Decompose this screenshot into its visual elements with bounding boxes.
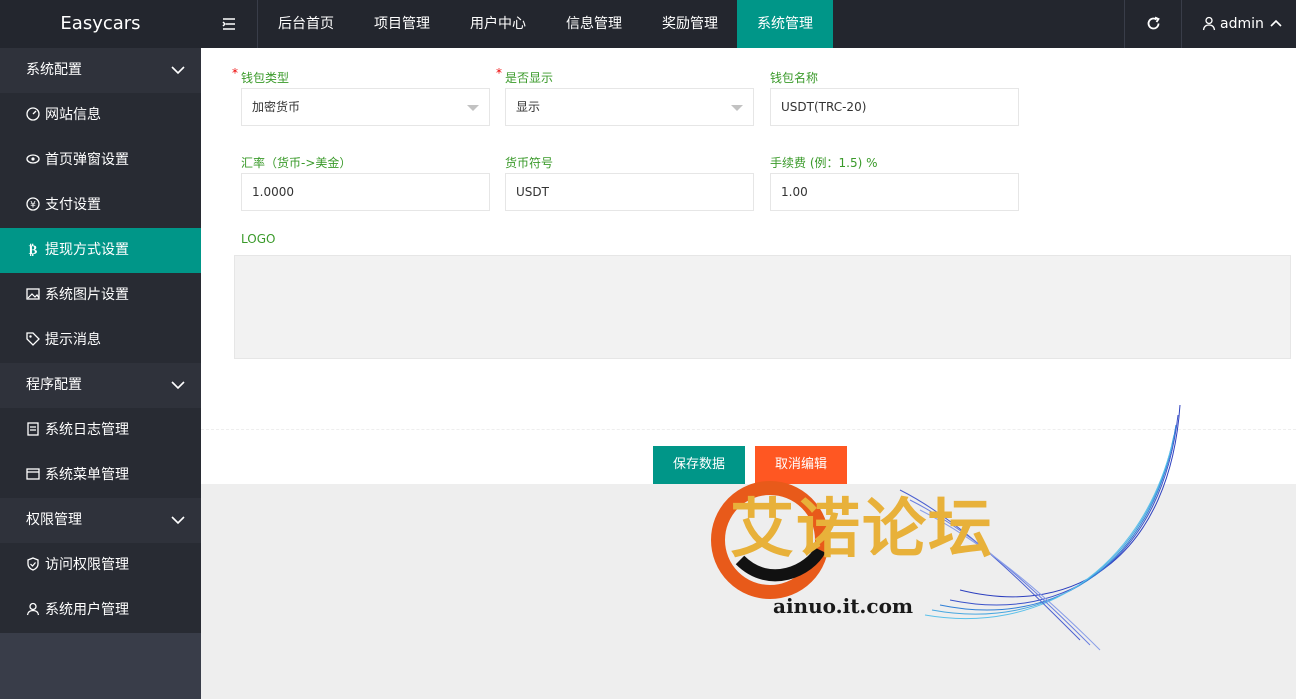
symbol-label: 货币符号 bbox=[505, 156, 554, 170]
refresh-icon bbox=[1147, 16, 1160, 30]
sidebar-item-site-info[interactable]: 网站信息 bbox=[0, 93, 201, 138]
tab-rewards[interactable]: 奖励管理 bbox=[642, 0, 738, 48]
chevron-down-icon bbox=[171, 48, 185, 93]
sidebar-group-system-config[interactable]: 系统配置 bbox=[0, 48, 201, 93]
menu-icon bbox=[26, 455, 40, 480]
watermark-url: ainuo.it.com bbox=[773, 594, 914, 618]
sidebar-item-label: 系统图片设置 bbox=[45, 287, 129, 303]
svg-text:₿: ₿ bbox=[29, 243, 38, 256]
sidebar-item-payment-settings[interactable]: ¥ 支付设置 bbox=[0, 183, 201, 228]
required-mark: * bbox=[232, 66, 238, 80]
menu-toggle-icon bbox=[222, 18, 235, 30]
caret-down-icon bbox=[467, 105, 479, 111]
sidebar-item-system-users[interactable]: 系统用户管理 bbox=[0, 588, 201, 633]
wallet-name-input[interactable]: USDT(TRC-20) bbox=[770, 88, 1019, 126]
sidebar-item-label: 网站信息 bbox=[45, 107, 101, 123]
log-icon bbox=[26, 410, 40, 436]
sidebar-toggle-button[interactable] bbox=[201, 0, 258, 48]
fee-input[interactable]: 1.00 bbox=[770, 173, 1019, 211]
sidebar-item-label: 系统用户管理 bbox=[45, 602, 129, 618]
chevron-up-icon bbox=[1270, 19, 1282, 27]
wallet-type-label: 钱包类型 bbox=[241, 71, 290, 85]
shield-icon bbox=[26, 545, 40, 571]
eye-icon bbox=[26, 140, 40, 164]
sidebar-group-label: 程序配置 bbox=[26, 377, 82, 393]
sidebar-item-image-settings[interactable]: 系统图片设置 bbox=[0, 273, 201, 318]
sidebar-item-menu-management[interactable]: 系统菜单管理 bbox=[0, 453, 201, 498]
watermark-text: 艾诺论坛 bbox=[730, 492, 994, 567]
refresh-button[interactable] bbox=[1124, 0, 1181, 48]
sidebar-item-label: 访问权限管理 bbox=[45, 557, 129, 573]
sidebar-group-permissions[interactable]: 权限管理 bbox=[0, 498, 201, 543]
sidebar-group-label: 权限管理 bbox=[26, 512, 82, 528]
sidebar-group-label: 系统配置 bbox=[26, 62, 82, 78]
sidebar-item-label: 系统菜单管理 bbox=[45, 467, 129, 483]
wallet-name-label: 钱包名称 bbox=[770, 71, 819, 85]
tab-projects[interactable]: 项目管理 bbox=[354, 0, 450, 48]
user-icon bbox=[1202, 16, 1216, 31]
rate-label: 汇率（货币->美金） bbox=[241, 156, 352, 170]
tab-users[interactable]: 用户中心 bbox=[450, 0, 546, 48]
dashboard-icon bbox=[26, 95, 40, 121]
wallet-type-select[interactable]: 加密货币 bbox=[241, 88, 490, 126]
required-mark: * bbox=[496, 66, 502, 80]
top-navbar: 后台首页 项目管理 用户中心 信息管理 奖励管理 系统管理 admin bbox=[201, 0, 1296, 48]
username: admin bbox=[1220, 16, 1264, 32]
form-panel: * 钱包类型 加密货币 * 是否显示 显示 钱包名称 USDT(TRC-20) … bbox=[201, 48, 1296, 484]
fee-label: 手续费 (例：1.5) % bbox=[770, 156, 878, 170]
sidebar-item-popup-settings[interactable]: 首页弹窗设置 bbox=[0, 138, 201, 183]
display-label: 是否显示 bbox=[505, 71, 554, 85]
yen-icon: ¥ bbox=[26, 185, 40, 211]
sidebar-item-access-permissions[interactable]: 访问权限管理 bbox=[0, 543, 201, 588]
svg-text:¥: ¥ bbox=[30, 201, 36, 211]
image-icon bbox=[26, 275, 40, 300]
display-select[interactable]: 显示 bbox=[505, 88, 754, 126]
sidebar-item-label: 支付设置 bbox=[45, 197, 101, 213]
sidebar-item-messages[interactable]: 提示消息 bbox=[0, 318, 201, 363]
sidebar-item-label: 首页弹窗设置 bbox=[45, 152, 129, 168]
sidebar-item-label: 系统日志管理 bbox=[45, 422, 129, 438]
sidebar-item-withdraw-settings[interactable]: ₿ 提现方式设置 bbox=[0, 228, 201, 273]
divider bbox=[201, 429, 1296, 430]
symbol-input[interactable]: USDT bbox=[505, 173, 754, 211]
caret-down-icon bbox=[731, 105, 743, 111]
tag-icon bbox=[26, 320, 40, 346]
tab-info[interactable]: 信息管理 bbox=[546, 0, 642, 48]
chevron-down-icon bbox=[171, 498, 185, 543]
bitcoin-icon: ₿ bbox=[26, 230, 40, 258]
display-value: 显示 bbox=[516, 100, 541, 114]
sidebar-item-label: 提现方式设置 bbox=[45, 242, 129, 258]
sidebar-item-log-management[interactable]: 系统日志管理 bbox=[0, 408, 201, 453]
app-logo[interactable]: Easycars bbox=[0, 0, 201, 48]
tab-dashboard[interactable]: 后台首页 bbox=[258, 0, 354, 48]
user-menu[interactable]: admin bbox=[1181, 0, 1296, 48]
tab-system[interactable]: 系统管理 bbox=[737, 0, 833, 48]
chevron-down-icon bbox=[171, 363, 185, 408]
sidebar-group-program-config[interactable]: 程序配置 bbox=[0, 363, 201, 408]
sidebar-item-label: 提示消息 bbox=[45, 332, 101, 348]
logo-label: LOGO bbox=[241, 232, 276, 246]
logo-upload-area[interactable] bbox=[234, 255, 1291, 359]
wallet-type-value: 加密货币 bbox=[252, 100, 301, 114]
user-icon bbox=[26, 590, 40, 616]
rate-input[interactable]: 1.0000 bbox=[241, 173, 490, 211]
sidebar: Easycars 系统配置 网站信息 首页弹窗设置 ¥ 支付设置 ₿ 提现方式设置 … bbox=[0, 0, 201, 699]
